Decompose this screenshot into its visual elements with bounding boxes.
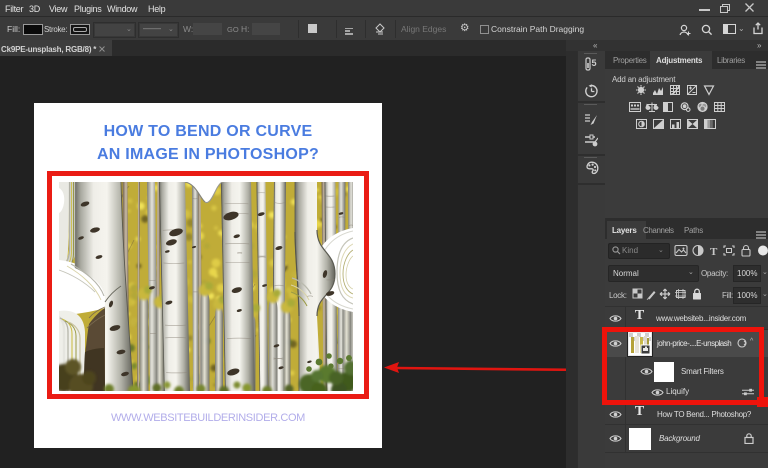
svg-text:5: 5 — [592, 58, 597, 68]
svg-text:T: T — [710, 246, 718, 257]
